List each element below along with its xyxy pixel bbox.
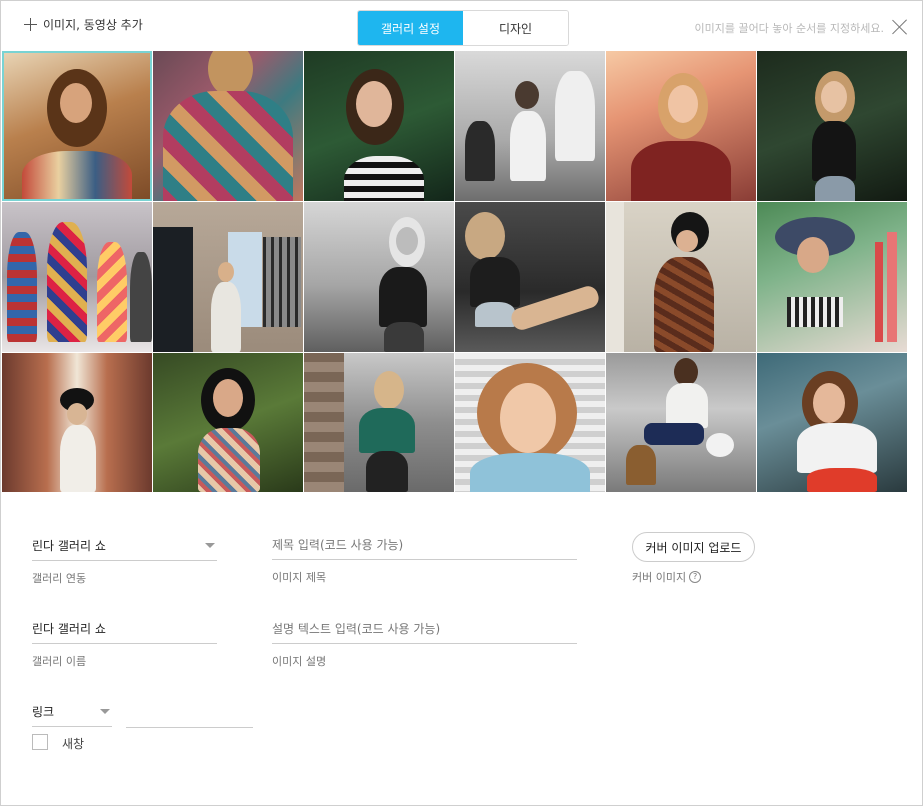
link-type-field: 링크 bbox=[32, 697, 112, 727]
image-desc-input[interactable]: 설명 텍스트 입력(코드 사용 가능) bbox=[272, 614, 577, 644]
gallery-thumbnail[interactable] bbox=[757, 51, 907, 201]
tab-design[interactable]: 디자인 bbox=[463, 11, 568, 45]
gallery-thumbnail[interactable] bbox=[2, 202, 152, 352]
gallery-thumbnail[interactable] bbox=[304, 353, 454, 492]
chevron-down-icon bbox=[100, 709, 110, 714]
image-title-field: 제목 입력(코드 사용 가능) 이미지 제목 bbox=[272, 530, 577, 585]
tab-gallery-settings[interactable]: 갤러리 설정 bbox=[358, 11, 463, 45]
close-icon[interactable] bbox=[892, 19, 908, 35]
gallery-name-label: 갤러리 이름 bbox=[32, 655, 87, 668]
image-grid bbox=[2, 51, 908, 492]
image-title-label: 이미지 제목 bbox=[272, 571, 327, 584]
gallery-thumbnail[interactable] bbox=[606, 51, 756, 201]
settings-tabs: 갤러리 설정 디자인 bbox=[357, 10, 569, 46]
gallery-name-input[interactable]: 린다 갤러리 쇼 bbox=[32, 614, 217, 644]
add-media-label: 이미지, 동영상 추가 bbox=[43, 18, 143, 32]
new-window-checkbox[interactable] bbox=[32, 734, 48, 750]
dialog-header: 이미지, 동영상 추가 갤러리 설정 디자인 이미지를 끌어다 놓아 순서를 지… bbox=[2, 2, 922, 51]
gallery-thumbnail[interactable] bbox=[757, 353, 907, 492]
plus-icon bbox=[24, 18, 37, 31]
new-window-label: 새창 bbox=[62, 737, 85, 751]
gallery-link-field: 린다 갤러리 쇼 갤러리 연동 bbox=[32, 531, 217, 586]
gallery-thumbnail[interactable] bbox=[455, 202, 605, 352]
gallery-thumbnail[interactable] bbox=[153, 51, 303, 201]
add-media-button[interactable]: 이미지, 동영상 추가 bbox=[24, 16, 143, 33]
gallery-thumbnail[interactable] bbox=[153, 202, 303, 352]
gallery-thumbnail[interactable] bbox=[2, 51, 152, 201]
gallery-thumbnail[interactable] bbox=[455, 51, 605, 201]
image-desc-label: 이미지 설명 bbox=[272, 655, 327, 668]
link-url-input[interactable] bbox=[126, 697, 253, 728]
gallery-thumbnail[interactable] bbox=[153, 353, 303, 492]
link-type-select[interactable]: 링크 bbox=[32, 697, 112, 727]
image-desc-field: 설명 텍스트 입력(코드 사용 가능) 이미지 설명 bbox=[272, 614, 577, 669]
link-type-value: 링크 bbox=[32, 705, 55, 719]
cover-image-label-text: 커버 이미지 bbox=[632, 571, 687, 584]
gallery-link-value: 린다 갤러리 쇼 bbox=[32, 539, 106, 553]
gallery-thumbnail[interactable] bbox=[606, 353, 756, 492]
help-icon[interactable]: ? bbox=[689, 571, 702, 583]
gallery-thumbnail[interactable] bbox=[757, 202, 907, 352]
image-title-input[interactable]: 제목 입력(코드 사용 가능) bbox=[272, 530, 577, 560]
gallery-link-label: 갤러리 연동 bbox=[32, 572, 87, 585]
gallery-thumbnail[interactable] bbox=[606, 202, 756, 352]
gallery-link-select[interactable]: 린다 갤러리 쇼 bbox=[32, 531, 217, 561]
cover-image-label: 커버 이미지 ? bbox=[632, 569, 702, 585]
gallery-settings-dialog: 이미지, 동영상 추가 갤러리 설정 디자인 이미지를 끌어다 놓아 순서를 지… bbox=[0, 0, 923, 806]
cover-upload-button[interactable]: 커버 이미지 업로드 bbox=[632, 532, 755, 562]
gallery-thumbnail[interactable] bbox=[304, 51, 454, 201]
gallery-thumbnail[interactable] bbox=[2, 353, 152, 492]
gallery-thumbnail[interactable] bbox=[304, 202, 454, 352]
chevron-down-icon bbox=[205, 543, 215, 548]
reorder-hint: 이미지를 끌어다 놓아 순서를 지정하세요. bbox=[694, 22, 884, 35]
gallery-thumbnail[interactable] bbox=[455, 353, 605, 492]
gallery-name-field: 린다 갤러리 쇼 갤러리 이름 bbox=[32, 614, 217, 669]
